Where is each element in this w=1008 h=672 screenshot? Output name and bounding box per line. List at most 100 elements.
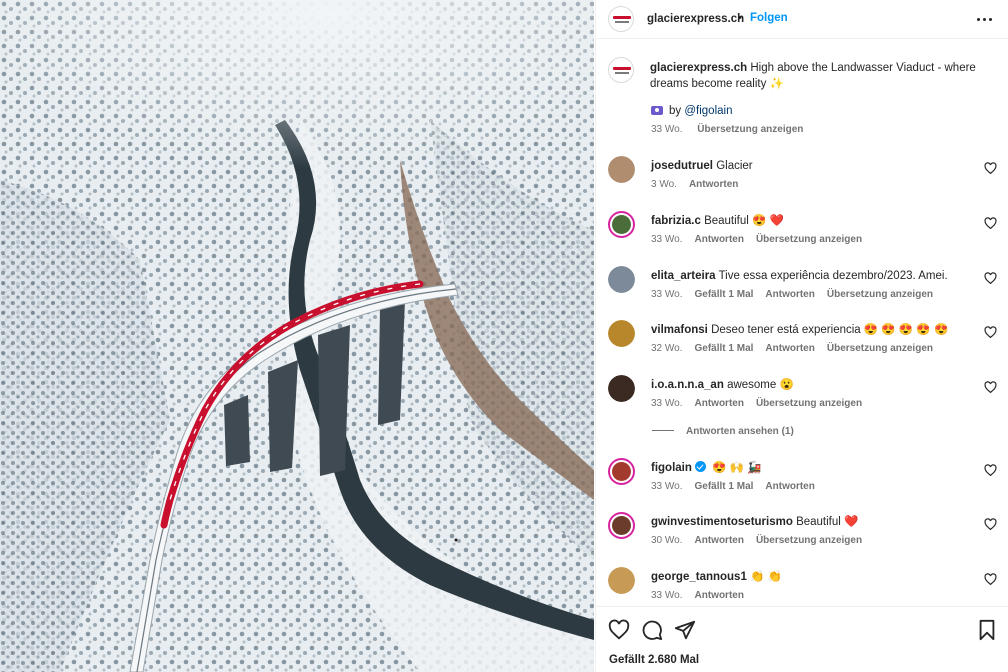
- translate-link[interactable]: Übersetzung anzeigen: [756, 398, 862, 409]
- comment-row: figolain 😍 🙌 🚂 33 Wo. Gefällt 1 Mal Antwort…: [596, 458, 1008, 512]
- reply-button[interactable]: Antworten: [765, 289, 814, 300]
- comment-body: gwinvestimentoseturismo Beautiful ❤️: [651, 515, 971, 529]
- comment-meta: 3 Wo. Antworten: [651, 179, 750, 190]
- comment-meta: 33 Wo. Gefällt 1 Mal Antworten: [651, 481, 827, 492]
- comment-bubble-icon[interactable]: [641, 619, 663, 641]
- comment-row: elita_arteira Tive essa experiência deze…: [596, 266, 1008, 320]
- comment-meta: 33 Wo. Antworten Übersetzung anzeigen: [651, 234, 874, 245]
- comment-text: Tive essa experiência dezembro/2023. Ame…: [718, 270, 948, 282]
- commenter-avatar[interactable]: [608, 156, 635, 183]
- heart-outline-icon[interactable]: [608, 619, 630, 641]
- landwasser-viaduct-photo: [0, 0, 594, 672]
- verified-badge-icon: [694, 461, 706, 472]
- commenter-avatar[interactable]: [608, 567, 635, 594]
- post-photo[interactable]: [0, 0, 594, 672]
- paper-plane-icon[interactable]: [674, 619, 696, 641]
- comment-text: awesome: [727, 379, 777, 391]
- commenter-username[interactable]: elita_arteira: [651, 270, 716, 282]
- comment-likes[interactable]: Gefällt 1 Mal: [695, 289, 754, 300]
- comment-like-heart-icon[interactable]: [984, 464, 997, 477]
- reply-button[interactable]: Antworten: [695, 590, 744, 601]
- comments-scroll-area[interactable]: glacierexpress.ch High above the Landwas…: [596, 40, 1008, 605]
- comment-body: elita_arteira Tive essa experiência deze…: [651, 269, 971, 283]
- comment-age: 33 Wo.: [651, 481, 683, 492]
- translate-link[interactable]: Übersetzung anzeigen: [756, 234, 862, 245]
- commenter-username[interactable]: george_tannous1: [651, 571, 747, 583]
- reply-button[interactable]: Antworten: [695, 234, 744, 245]
- comment-like-heart-icon[interactable]: [984, 381, 997, 394]
- caption-text: glacierexpress.ch High above the Landwas…: [650, 60, 980, 92]
- commenter-username[interactable]: fabrizia.c: [651, 215, 701, 227]
- account-avatar[interactable]: [608, 6, 634, 32]
- commenter-avatar[interactable]: [608, 512, 635, 539]
- comment-like-heart-icon[interactable]: [984, 217, 997, 230]
- comment-like-heart-icon[interactable]: [984, 326, 997, 339]
- comment-likes[interactable]: Gefällt 1 Mal: [695, 481, 754, 492]
- comment-emoji: 👏 👏: [750, 571, 782, 583]
- credit-mention-link[interactable]: @figolain: [684, 105, 732, 117]
- commenter-avatar[interactable]: [608, 320, 635, 347]
- commenter-username[interactable]: gwinvestimentoseturismo: [651, 516, 793, 528]
- comment-body: vilmafonsi Deseo tener está experiencia …: [651, 323, 971, 337]
- commenter-avatar[interactable]: [608, 375, 635, 402]
- reply-button[interactable]: Antworten: [695, 535, 744, 546]
- comment-like-heart-icon[interactable]: [984, 162, 997, 175]
- more-horizontal-icon[interactable]: [975, 9, 995, 29]
- comment-likes[interactable]: Gefällt 1 Mal: [695, 343, 754, 354]
- translate-link[interactable]: Übersetzung anzeigen: [756, 535, 862, 546]
- caption-avatar[interactable]: [608, 57, 634, 83]
- view-replies-button[interactable]: Antworten ansehen (1): [652, 426, 794, 437]
- avatar-image: [608, 320, 635, 347]
- reply-button[interactable]: Antworten: [689, 179, 738, 190]
- avatar-image: [608, 266, 635, 293]
- reply-button[interactable]: Antworten: [765, 343, 814, 354]
- comment-meta: 32 Wo. Gefällt 1 Mal Antworten Übersetzung …: [651, 343, 945, 354]
- post-detail-panel: glacierexpress.ch • Folgen glacierexpres…: [595, 0, 1008, 672]
- caption-age: 33 Wo.: [651, 124, 683, 135]
- comment-age: 33 Wo.: [651, 398, 683, 409]
- comment-like-heart-icon[interactable]: [984, 518, 997, 531]
- comment-emoji: 😍 🙌 🚂: [712, 462, 762, 474]
- caption-meta: 33 Wo. Übersetzung anzeigen: [651, 124, 815, 135]
- bookmark-icon[interactable]: [976, 619, 998, 641]
- comment-body: figolain 😍 🙌 🚂: [651, 461, 971, 475]
- translate-link[interactable]: Übersetzung anzeigen: [827, 289, 933, 300]
- comment-age: 32 Wo.: [651, 343, 683, 354]
- comment-age: 3 Wo.: [651, 179, 677, 190]
- commenter-username[interactable]: i.o.a.n.n.a_an: [651, 379, 724, 391]
- comment-like-heart-icon[interactable]: [984, 573, 997, 586]
- comment-age: 33 Wo.: [651, 289, 683, 300]
- camera-emoji-icon: [651, 106, 663, 115]
- comment-body: i.o.a.n.n.a_an awesome 😮: [651, 378, 971, 392]
- commenter-avatar[interactable]: [608, 266, 635, 293]
- translate-link[interactable]: Übersetzung anzeigen: [827, 343, 933, 354]
- commenter-username[interactable]: josedutruel: [651, 160, 713, 172]
- caption-translate-link[interactable]: Übersetzung anzeigen: [697, 124, 803, 135]
- avatar-image: [608, 156, 635, 183]
- commenter-username[interactable]: vilmafonsi: [651, 324, 708, 336]
- commenter-avatar[interactable]: [608, 458, 635, 485]
- commenter-avatar[interactable]: [608, 211, 635, 238]
- comment-row: i.o.a.n.n.a_an awesome 😮 33 Wo. Antworten Ü…: [596, 375, 1008, 429]
- comment-meta: 30 Wo. Antworten Übersetzung anzeigen: [651, 535, 874, 546]
- account-username[interactable]: glacierexpress.ch: [647, 13, 744, 25]
- avatar-image: [612, 462, 631, 481]
- commenter-username[interactable]: figolain: [651, 462, 692, 474]
- comment-emoji: 😍 ❤️: [752, 215, 784, 227]
- comment-emoji: 😮: [779, 379, 794, 391]
- view-replies-label: Antworten ansehen (1): [686, 426, 794, 437]
- post-caption: glacierexpress.ch High above the Landwas…: [596, 40, 1008, 150]
- post-header: glacierexpress.ch • Folgen: [596, 0, 1008, 39]
- comment-body: fabrizia.c Beautiful 😍 ❤️: [651, 214, 971, 228]
- caption-username[interactable]: glacierexpress.ch: [650, 62, 747, 74]
- follow-button[interactable]: Folgen: [750, 12, 788, 24]
- comment-text: Beautiful: [796, 516, 841, 528]
- credit-prefix: by: [669, 105, 682, 117]
- reply-button[interactable]: Antworten: [695, 398, 744, 409]
- comment-emoji: ❤️: [844, 516, 859, 528]
- reply-button[interactable]: Antworten: [765, 481, 814, 492]
- comment-like-heart-icon[interactable]: [984, 272, 997, 285]
- likes-count[interactable]: Gefällt 2.680 Mal: [609, 654, 699, 666]
- comment-age: 33 Wo.: [651, 590, 683, 601]
- comment-text: Beautiful: [704, 215, 749, 227]
